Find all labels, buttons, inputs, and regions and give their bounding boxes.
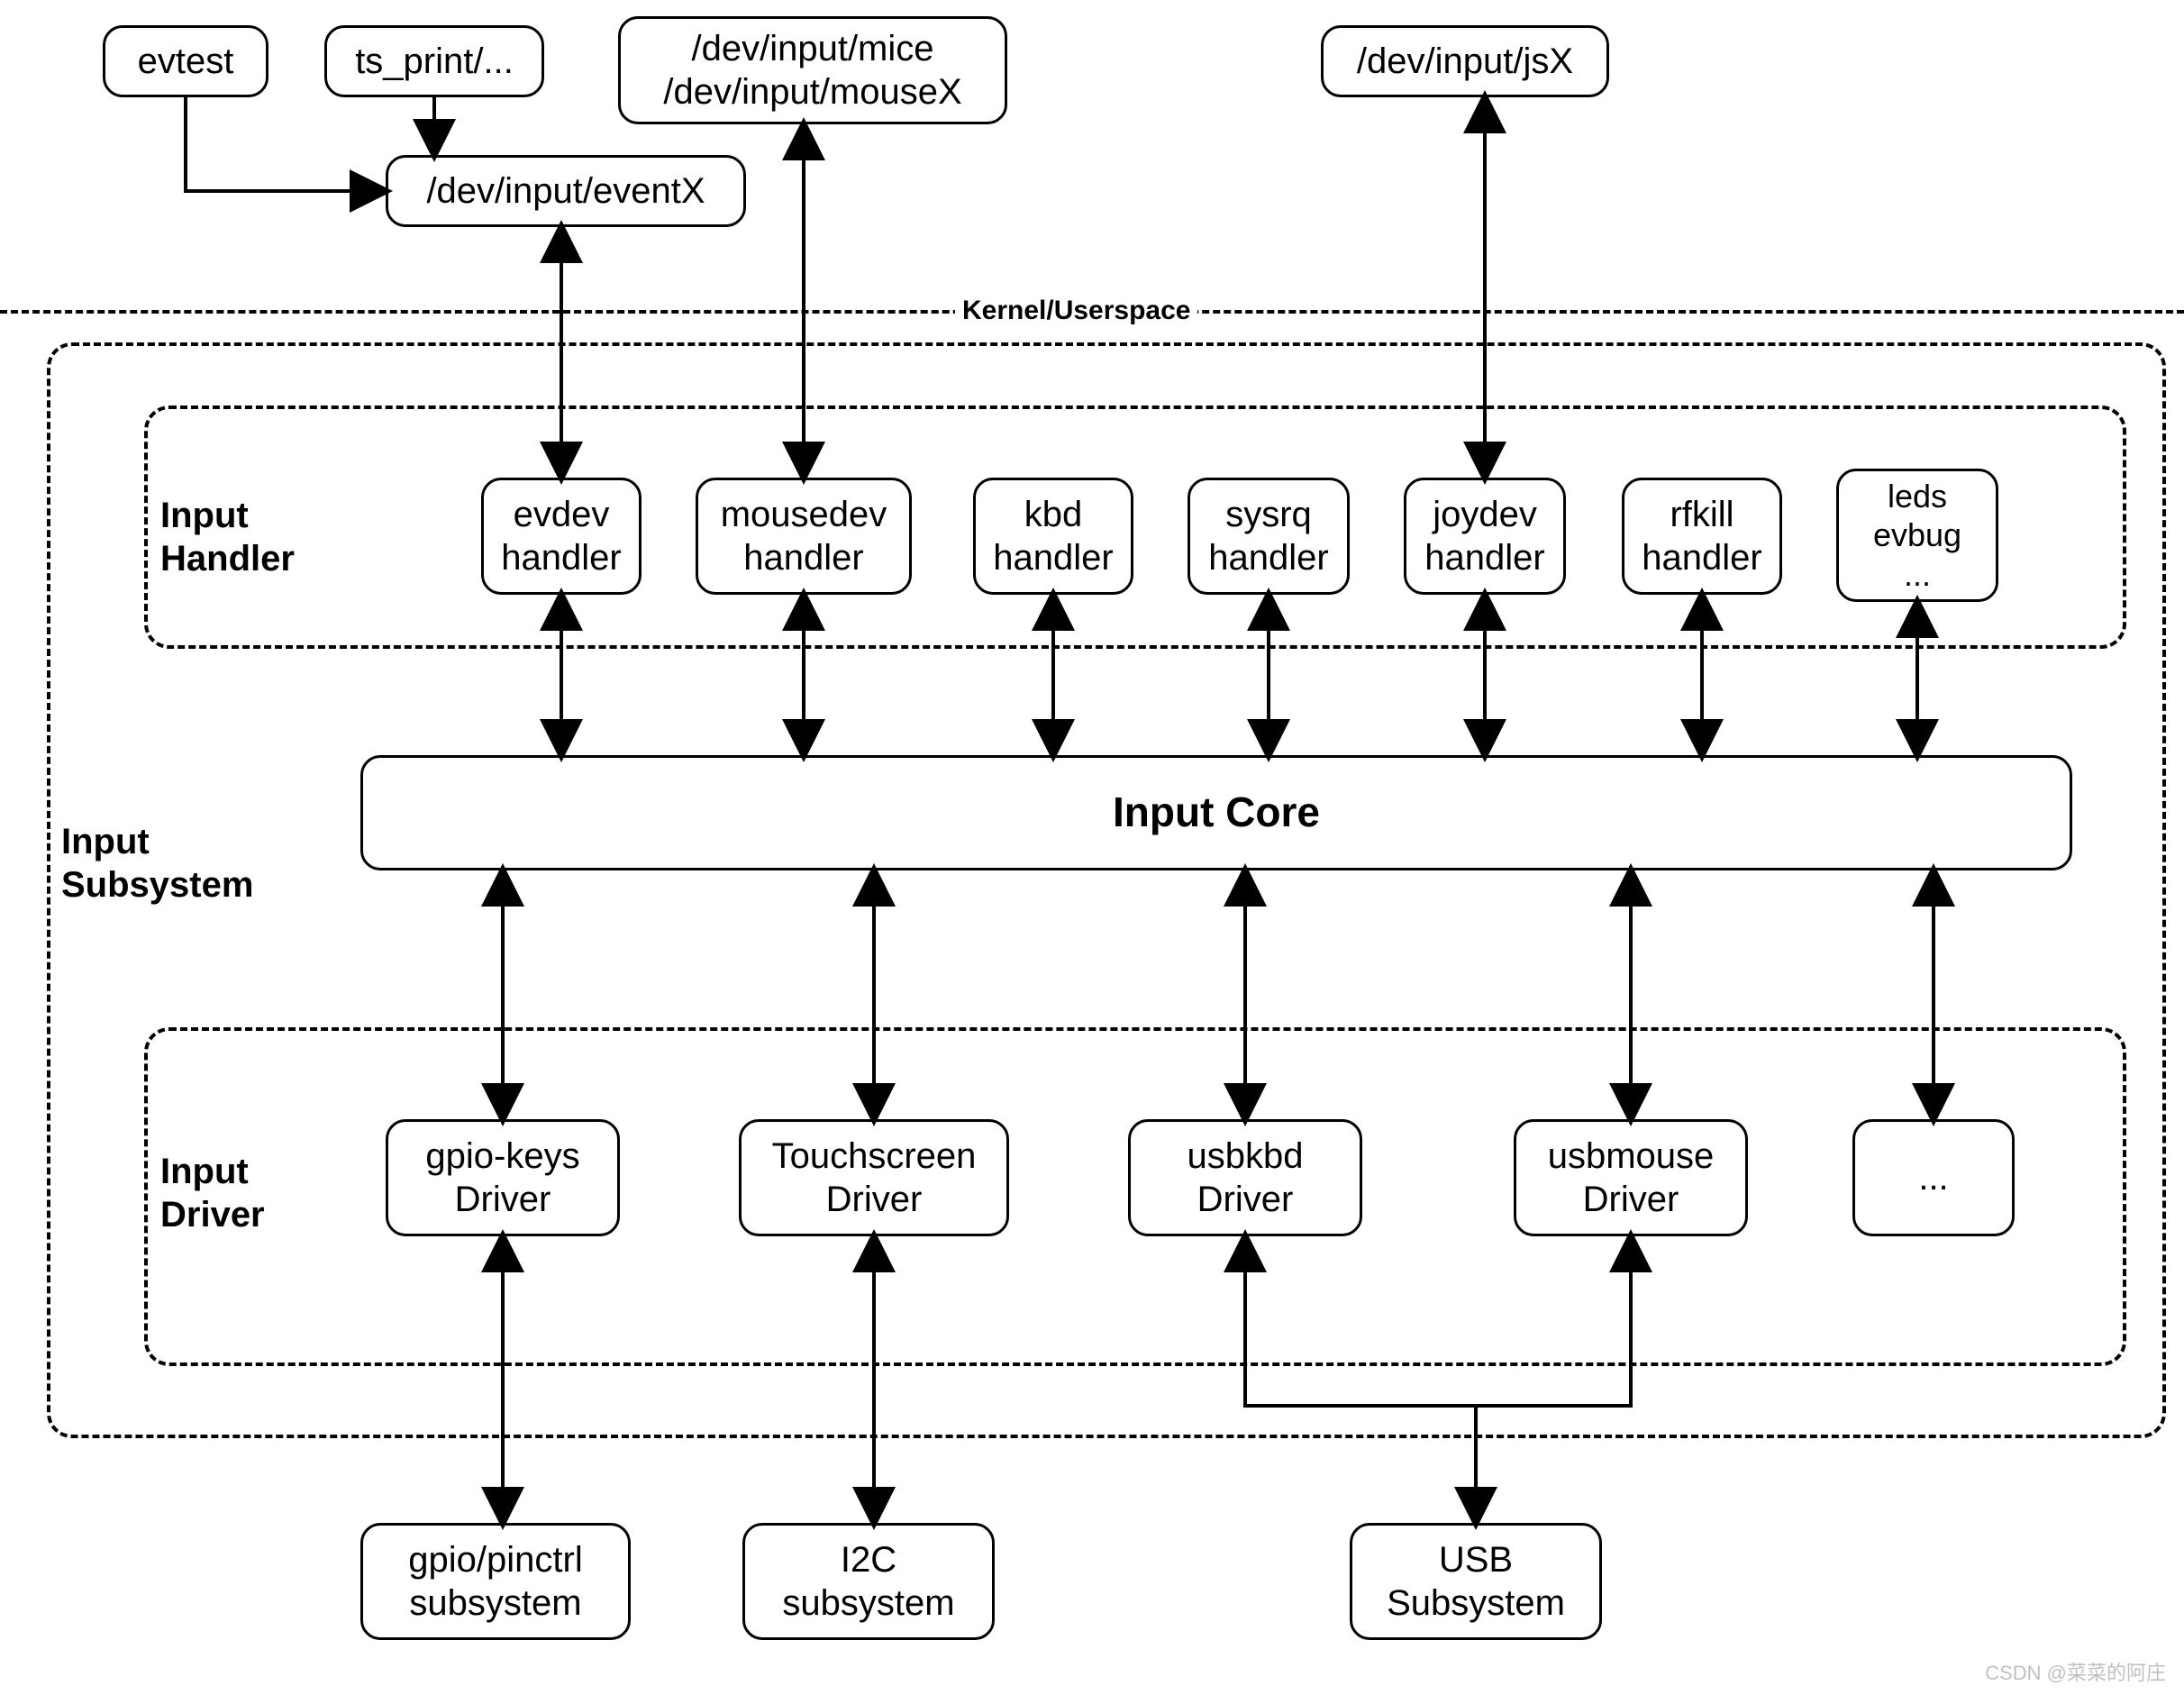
boundary-label: Kernel/Userspace	[955, 296, 1197, 326]
box-usbkbd: usbkbd Driver	[1128, 1119, 1362, 1236]
box-i2c-subsystem: I2C subsystem	[742, 1523, 995, 1640]
label-input-driver: Input Driver	[153, 1150, 272, 1236]
region-input-handler	[144, 406, 2126, 649]
label-input-handler: Input Handler	[153, 494, 302, 580]
watermark: CSDN @菜菜的阿庄	[1985, 1657, 2166, 1686]
box-mousedev: mousedev handler	[696, 478, 912, 595]
box-eventx: /dev/input/eventX	[386, 155, 746, 227]
diagram-canvas: Kernel/Userspace Input Subsystem Input H…	[0, 0, 2184, 1695]
box-leds: leds evbug ...	[1836, 469, 1998, 602]
box-evtest: evtest	[103, 25, 268, 97]
box-usbmouse: usbmouse Driver	[1514, 1119, 1748, 1236]
box-evdev: evdev handler	[481, 478, 642, 595]
box-mice: /dev/input/mice /dev/input/mouseX	[618, 16, 1007, 124]
input-core-text: Input Core	[1113, 788, 1320, 837]
box-touchscreen: Touchscreen Driver	[739, 1119, 1009, 1236]
box-tsprint: ts_print/...	[324, 25, 544, 97]
box-jsx: /dev/input/jsX	[1321, 25, 1609, 97]
box-gpiokeys: gpio-keys Driver	[386, 1119, 620, 1236]
box-input-core: Input Core	[360, 755, 2072, 870]
box-usb-subsystem: USB Subsystem	[1350, 1523, 1602, 1640]
box-joydev: joydev handler	[1404, 478, 1566, 595]
box-more-drivers: ...	[1852, 1119, 2015, 1236]
box-sysrq: sysrq handler	[1188, 478, 1350, 595]
label-input-subsystem: Input Subsystem	[54, 820, 260, 907]
box-rfkill: rfkill handler	[1622, 478, 1782, 595]
box-gpio-subsystem: gpio/pinctrl subsystem	[360, 1523, 631, 1640]
box-kbd: kbd handler	[973, 478, 1133, 595]
